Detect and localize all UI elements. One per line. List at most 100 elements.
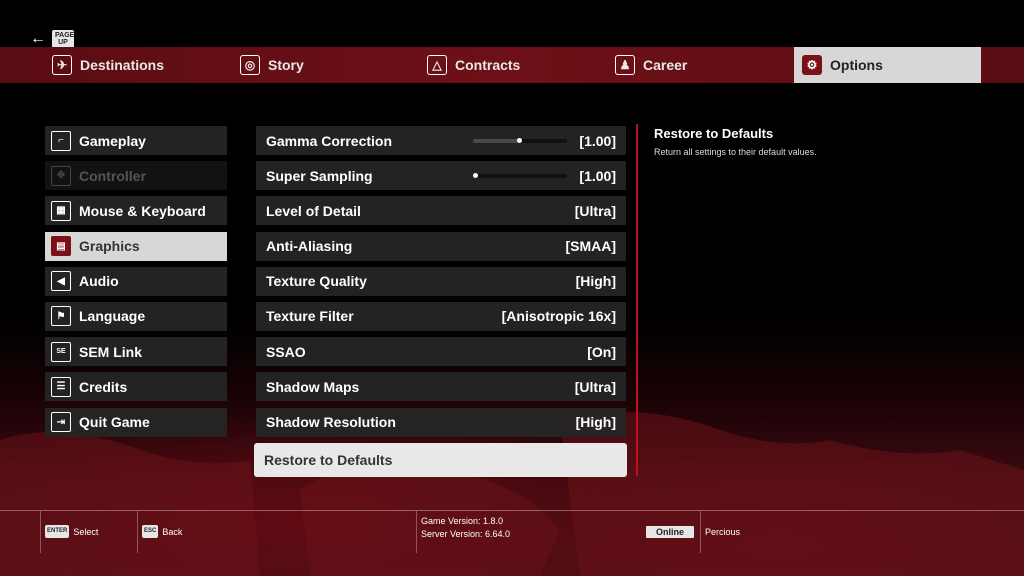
- back-button[interactable]: ← PAGE UP: [30, 30, 74, 48]
- select-hint-label: Select: [73, 526, 99, 537]
- super-sampling-slider[interactable]: [473, 172, 568, 178]
- setting-value: [SMAA]: [565, 238, 616, 255]
- setting-label: Anti-Aliasing: [266, 238, 353, 255]
- setting-level-of-detail[interactable]: Level of Detail [Ultra]: [256, 196, 626, 226]
- version-info: Game Version: 1.8.0 Server Version: 6.64…: [421, 515, 510, 541]
- slider-fill: [473, 138, 521, 143]
- description-title: Restore to Defaults: [654, 126, 774, 141]
- back-hint-label: Back: [162, 526, 183, 537]
- graphics-settings-list: Gamma Correction [1.00] Super Sampling […: [254, 126, 627, 483]
- menu-item-label: SEM Link: [79, 343, 143, 360]
- page-up-key-badge: PAGE UP: [52, 30, 74, 48]
- slider-knob[interactable]: [517, 137, 523, 143]
- tab-career[interactable]: ♟ Career: [563, 47, 794, 83]
- tab-options[interactable]: ⚙ Options: [794, 47, 981, 83]
- tab-label: Story: [268, 57, 304, 73]
- setting-value: [High]: [575, 414, 616, 430]
- sem-icon: SE: [51, 341, 71, 362]
- menu-item-label: Graphics: [79, 238, 140, 255]
- menu-item-mouse-keyboard[interactable]: ▦ Mouse & Keyboard: [45, 196, 227, 226]
- setting-value: [1.00]: [579, 132, 616, 149]
- options-category-menu: ⌐ Gameplay ✥ Controller ▦ Mouse & Keyboa…: [45, 126, 227, 443]
- setting-value: [Ultra]: [574, 378, 616, 395]
- monitor-icon: ▤: [51, 236, 71, 257]
- footer-separator: [700, 511, 701, 553]
- setting-shadow-maps[interactable]: Shadow Maps [Ultra]: [256, 372, 626, 402]
- footer-separator: [416, 511, 417, 553]
- slider-knob[interactable]: [473, 172, 479, 178]
- tab-destinations[interactable]: ✈ Destinations: [0, 47, 188, 83]
- tab-label: Contracts: [455, 57, 521, 73]
- airplane-icon: ✈: [52, 55, 72, 75]
- setting-texture-quality[interactable]: Texture Quality [High]: [256, 266, 626, 296]
- username: Percious: [705, 527, 741, 537]
- setting-super-sampling[interactable]: Super Sampling [1.00]: [256, 161, 626, 191]
- setting-texture-filter[interactable]: Texture Filter [Anisotropic 16x]: [256, 301, 626, 331]
- menu-item-label: Credits: [79, 378, 128, 395]
- setting-label: SSAO: [266, 343, 306, 360]
- setting-ssao[interactable]: SSAO [On]: [256, 337, 626, 367]
- menu-item-label: Audio: [79, 273, 119, 290]
- setting-value: [Anisotropic 16x]: [501, 308, 616, 325]
- setting-value: [On]: [587, 343, 616, 360]
- setting-label: Texture Filter: [266, 308, 354, 325]
- menu-item-label: Mouse & Keyboard: [79, 202, 206, 219]
- flag-icon: ⚑: [51, 306, 71, 327]
- server-version: Server Version: 6.64.0: [421, 529, 511, 539]
- setting-anti-aliasing[interactable]: Anti-Aliasing [SMAA]: [256, 231, 626, 261]
- menu-item-gameplay[interactable]: ⌐ Gameplay: [45, 126, 227, 155]
- setting-label: Shadow Resolution: [266, 414, 396, 430]
- menu-item-language[interactable]: ⚑ Language: [45, 301, 227, 331]
- setting-control: [1.00]: [473, 168, 616, 184]
- globe-icon: ◎: [240, 55, 260, 75]
- description-panel: Restore to Defaults Return all settings …: [654, 126, 994, 157]
- menu-item-controller: ✥ Controller: [45, 161, 227, 191]
- setting-value: [1.00]: [579, 167, 616, 184]
- restore-defaults-button[interactable]: Restore to Defaults: [254, 442, 627, 477]
- setting-value: [Ultra]: [574, 202, 616, 219]
- back-hint[interactable]: ESC Back: [142, 525, 182, 538]
- setting-gamma-correction[interactable]: Gamma Correction [1.00]: [256, 126, 626, 155]
- tab-label: Career: [643, 57, 688, 73]
- keyboard-icon: ▦: [51, 200, 71, 221]
- menu-item-graphics[interactable]: ▤ Graphics: [45, 231, 227, 261]
- select-hint[interactable]: ENTER Select: [45, 525, 98, 538]
- menu-item-label: Controller: [79, 167, 146, 184]
- contracts-icon: △: [427, 55, 447, 75]
- setting-value: [High]: [575, 273, 616, 290]
- menu-item-quit-game[interactable]: ⇥ Quit Game: [45, 407, 227, 437]
- description-body: Return all settings to their default val…: [654, 147, 817, 157]
- setting-label: Shadow Maps: [266, 378, 360, 395]
- setting-shadow-resolution[interactable]: Shadow Resolution [High]: [256, 407, 626, 437]
- setting-control: [1.00]: [473, 133, 616, 149]
- footer-separator: [137, 511, 138, 553]
- credits-icon: ☰: [51, 376, 71, 397]
- settings-scrollbar[interactable]: [636, 124, 638, 476]
- enter-key-badge: ENTER: [45, 525, 70, 538]
- tab-label: Destinations: [80, 57, 165, 73]
- footer-bar: ENTER Select ESC Back Game Version: 1.8.…: [0, 511, 1024, 553]
- exit-icon: ⇥: [51, 412, 71, 432]
- esc-key-badge: ESC: [142, 525, 159, 538]
- tab-contracts[interactable]: △ Contracts: [375, 47, 563, 83]
- menu-item-audio[interactable]: ◀ Audio: [45, 266, 227, 296]
- gear-icon: ⚙: [802, 55, 822, 75]
- online-status-badge: Online: [646, 526, 694, 538]
- menu-item-label: Quit Game: [79, 414, 150, 430]
- back-arrow-icon: ←: [30, 30, 46, 47]
- game-version: Game Version: 1.8.0: [421, 516, 504, 526]
- menu-item-label: Language: [79, 308, 146, 325]
- menu-item-credits[interactable]: ☰ Credits: [45, 372, 227, 402]
- setting-label: Restore to Defaults: [264, 451, 393, 468]
- controller-icon: ✥: [51, 165, 71, 186]
- tab-story[interactable]: ◎ Story: [188, 47, 375, 83]
- setting-label: Super Sampling: [266, 167, 373, 184]
- speaker-icon: ◀: [51, 271, 71, 292]
- menu-item-label: Gameplay: [79, 132, 146, 149]
- tab-label: Options: [830, 57, 883, 73]
- setting-label: Gamma Correction: [266, 132, 393, 149]
- menu-item-sem-link[interactable]: SE SEM Link: [45, 337, 227, 367]
- gamma-slider[interactable]: [473, 137, 568, 143]
- footer-separator: [40, 511, 41, 553]
- setting-label: Level of Detail: [266, 202, 361, 219]
